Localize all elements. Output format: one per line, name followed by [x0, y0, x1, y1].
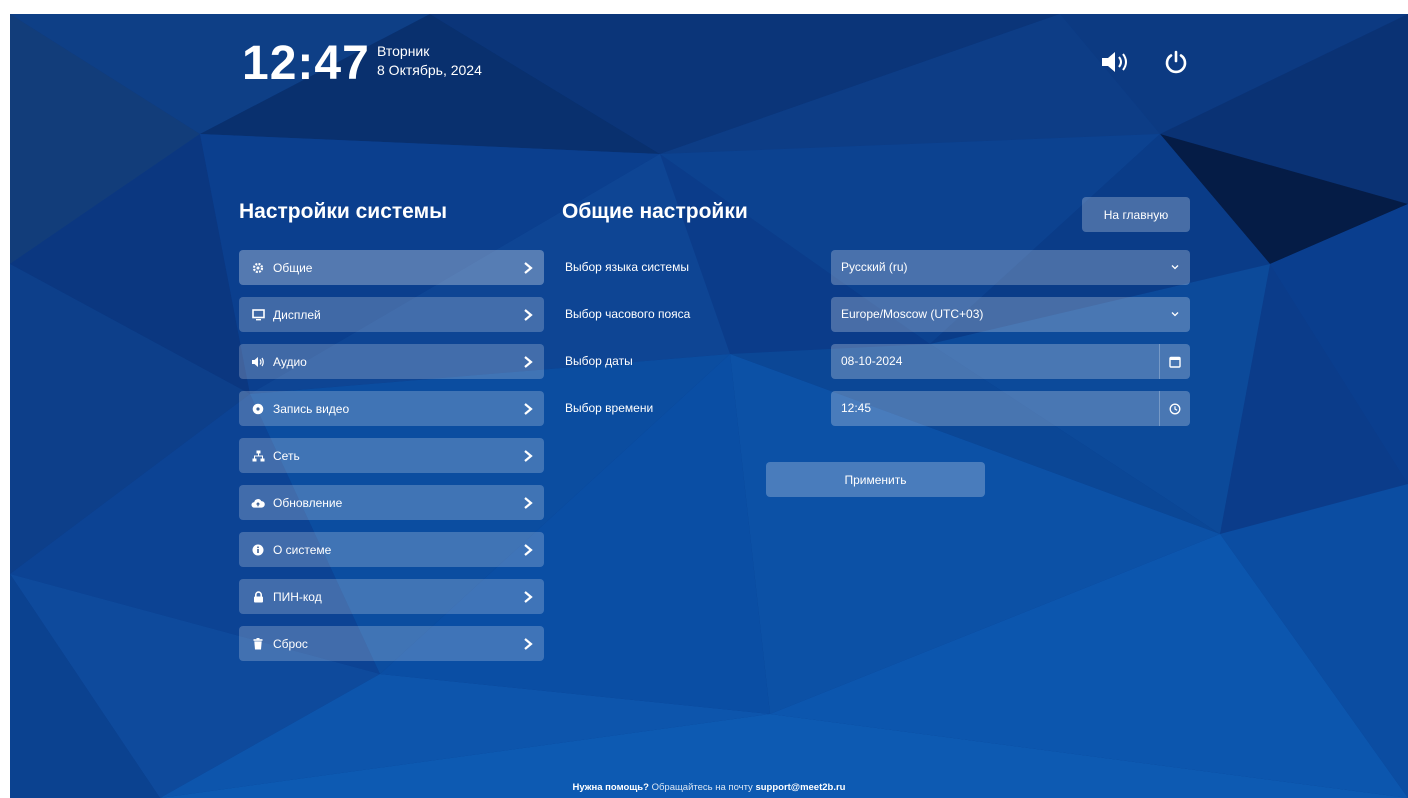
- date-value: 08-10-2024: [841, 354, 903, 368]
- chevron-right-icon: [524, 449, 533, 462]
- sidebar-item-label: Сброс: [273, 636, 308, 651]
- language-value: Русский (ru): [841, 260, 908, 274]
- sidebar-item-update[interactable]: Обновление: [239, 485, 544, 520]
- sidebar-item-general[interactable]: Общие: [239, 250, 544, 285]
- chevron-right-icon: [524, 355, 533, 368]
- sidebar-item-about[interactable]: О системе: [239, 532, 544, 567]
- help-text: Обращайтесь на почту: [651, 782, 753, 793]
- sidebar-item-reset[interactable]: Сброс: [239, 626, 544, 661]
- time-row: Выбор времени 12:45: [565, 391, 1190, 426]
- apply-button[interactable]: Применить: [766, 462, 985, 497]
- support-email-link[interactable]: support@meet2b.ru: [755, 782, 845, 793]
- timezone-label: Выбор часового пояса: [565, 307, 691, 321]
- sidebar-item-label: Общие: [273, 260, 313, 275]
- language-row: Выбор языка системы Русский (ru): [565, 250, 1190, 285]
- calendar-icon: [1169, 356, 1181, 368]
- power-button[interactable]: [1158, 48, 1194, 76]
- sidebar-item-audio[interactable]: Аудио: [239, 344, 544, 379]
- sidebar-item-video-recording[interactable]: Запись видео: [239, 391, 544, 426]
- timezone-select[interactable]: Europe/Moscow (UTC+03): [831, 297, 1190, 332]
- trash-icon: [251, 637, 265, 651]
- date-label: 8 Октябрь, 2024: [377, 62, 482, 78]
- chevron-right-icon: [524, 496, 533, 509]
- sidebar-item-display[interactable]: Дисплей: [239, 297, 544, 332]
- info-icon: [251, 543, 265, 557]
- record-icon: [251, 402, 265, 416]
- date-row: Выбор даты 08-10-2024: [565, 344, 1190, 379]
- language-select[interactable]: Русский (ru): [831, 250, 1190, 285]
- page-title: Общие настройки: [562, 200, 748, 223]
- chevron-down-icon: [1171, 312, 1179, 317]
- calendar-button[interactable]: [1159, 344, 1190, 379]
- sidebar-item-network[interactable]: Сеть: [239, 438, 544, 473]
- chevron-right-icon: [524, 261, 533, 274]
- network-icon: [251, 449, 265, 463]
- language-label: Выбор языка системы: [565, 260, 689, 274]
- screen: 12:47 Вторник 8 Октябрь, 2024 Настройки …: [10, 14, 1408, 798]
- chevron-right-icon: [524, 308, 533, 321]
- clock-icon: [1169, 403, 1181, 414]
- gear-icon: [251, 261, 265, 275]
- sidebar-item-label: О системе: [273, 542, 332, 557]
- timezone-row: Выбор часового пояса Europe/Moscow (UTC+…: [565, 297, 1190, 332]
- sidebar-item-label: Дисплей: [273, 307, 321, 322]
- time-value: 12:45: [841, 401, 872, 415]
- home-button[interactable]: На главную: [1082, 197, 1190, 232]
- sidebar-title: Настройки системы: [239, 200, 448, 223]
- volume-button[interactable]: [1098, 48, 1134, 76]
- cloud-upload-icon: [251, 496, 265, 510]
- time-label-field: Выбор времени: [565, 401, 654, 415]
- timezone-value: Europe/Moscow (UTC+03): [841, 307, 984, 321]
- weekday-label: Вторник: [377, 43, 430, 59]
- sidebar-item-label: Аудио: [273, 354, 307, 369]
- chevron-right-icon: [524, 590, 533, 603]
- date-input[interactable]: 08-10-2024: [831, 344, 1190, 379]
- speaker-icon: [251, 355, 265, 369]
- clock-button[interactable]: [1159, 391, 1190, 426]
- clock-time: 12:47: [242, 37, 370, 90]
- sidebar-item-label: Запись видео: [273, 401, 350, 416]
- sidebar-item-label: Сеть: [273, 448, 300, 463]
- speaker-icon: [1102, 52, 1127, 72]
- help-footer: Нужна помощь? Обращайтесь на почту suppo…: [10, 782, 1408, 793]
- help-label: Нужна помощь?: [572, 782, 649, 793]
- sidebar-item-pin[interactable]: ПИН-код: [239, 579, 544, 614]
- sidebar-item-label: ПИН-код: [273, 589, 322, 604]
- chevron-down-icon: [1171, 265, 1179, 270]
- monitor-icon: [251, 308, 265, 322]
- time-input[interactable]: 12:45: [831, 391, 1190, 426]
- top-controls: [1098, 48, 1194, 76]
- sidebar-menu: Общие Дисплей Аудио Запись видео Сеть Об…: [239, 250, 544, 673]
- date-label-field: Выбор даты: [565, 354, 633, 368]
- chevron-right-icon: [524, 543, 533, 556]
- chevron-right-icon: [524, 637, 533, 650]
- date-block: Вторник 8 Октябрь, 2024: [377, 42, 482, 80]
- power-icon: [1165, 50, 1187, 74]
- lock-icon: [251, 590, 265, 604]
- chevron-right-icon: [524, 402, 533, 415]
- sidebar-item-label: Обновление: [273, 495, 343, 510]
